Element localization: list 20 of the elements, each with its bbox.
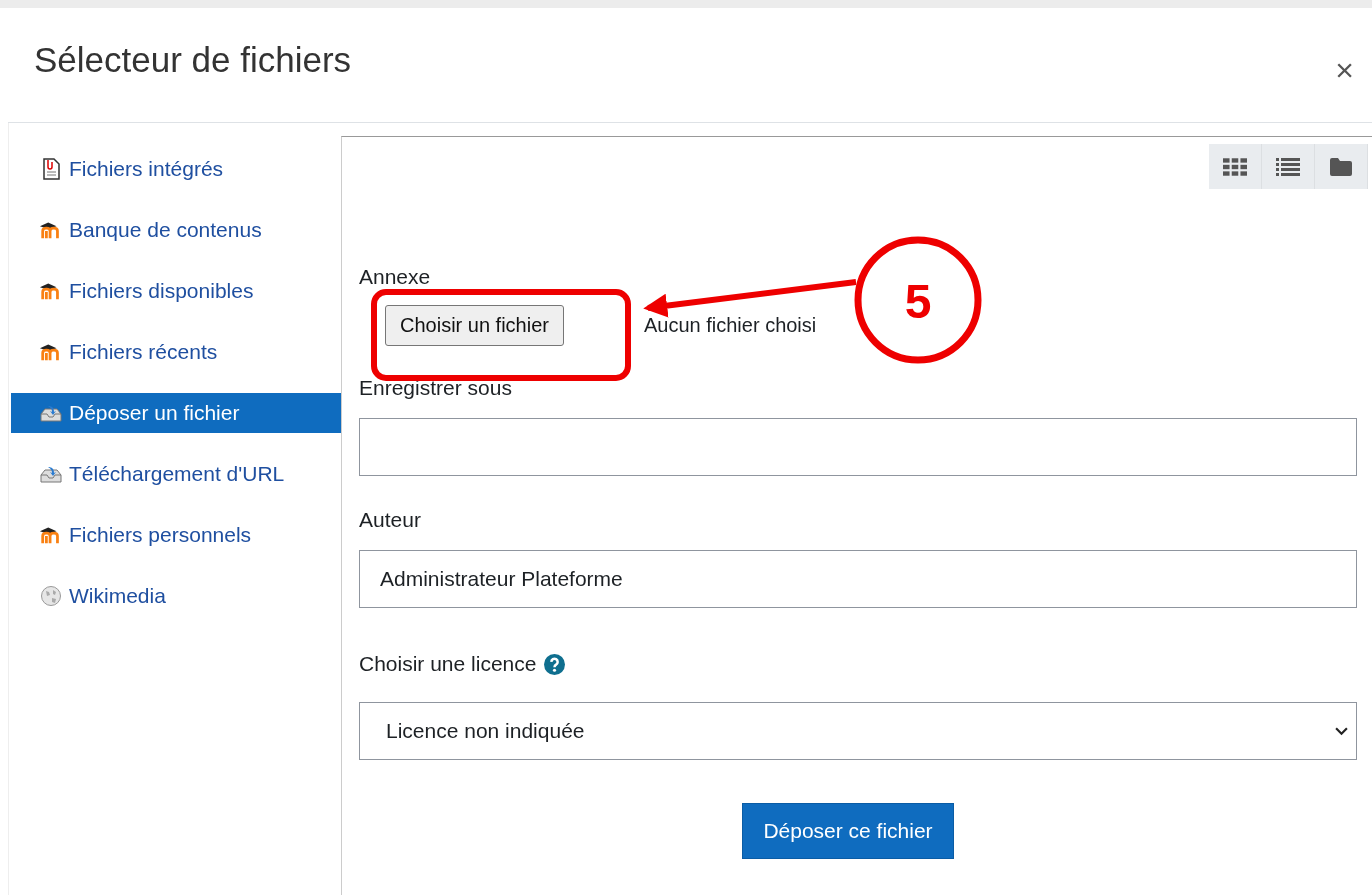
field-label: Auteur (359, 508, 422, 532)
author-field[interactable]: Administrateur Plateforme (359, 550, 1357, 608)
choose-file-button[interactable]: Choisir un fichier (385, 305, 564, 346)
license-select[interactable]: Licence non indiquée (359, 702, 1357, 760)
dialog-title: Sélecteur de fichiers (34, 40, 352, 80)
sidebar-item[interactable]: Fichiers disponibles (11, 271, 341, 311)
field-label: Annexe (359, 265, 432, 289)
sidebar-item[interactable]: Fichiers personnels (11, 515, 341, 555)
sidebar-item[interactable]: Téléchargement d'URL (11, 454, 341, 494)
sidebar-item[interactable]: Fichiers récents (11, 332, 341, 372)
upload-file-button[interactable]: Déposer ce fichier (742, 803, 954, 859)
sidebar-item[interactable]: Wikimedia (11, 576, 341, 616)
file-status-text: Aucun fichier choisi (643, 314, 817, 337)
close-button[interactable]: × (1331, 51, 1358, 89)
sidebar-item[interactable]: Fichiers intégrés (11, 149, 341, 189)
sidebar-item[interactable]: Banque de contenus (11, 210, 341, 250)
field-label: Choisir une licence (359, 652, 537, 676)
field-label: Enregistrer sous (359, 376, 513, 400)
step-number: 5 (904, 275, 932, 328)
sidebar-item[interactable]: Déposer un fichier (11, 393, 341, 433)
